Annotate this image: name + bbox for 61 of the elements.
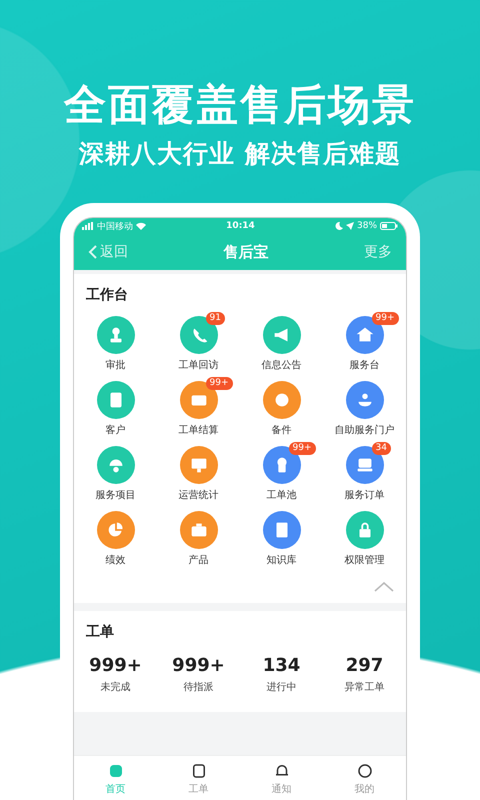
function-label: 审批 — [106, 358, 126, 372]
section-title: 工单 — [85, 623, 115, 641]
function-button[interactable] — [180, 446, 218, 484]
function-label: 备件 — [272, 424, 292, 437]
moon-icon — [335, 222, 343, 230]
tab[interactable]: 我的 — [323, 762, 406, 796]
function-label: 工单回访 — [178, 358, 218, 372]
function-label: 绩效 — [106, 554, 126, 567]
subheadline: 深耕八大行业 解决售后难题 — [79, 138, 401, 170]
stat-value: 999+ — [172, 655, 225, 676]
function-label: 产品 — [188, 554, 208, 567]
tab[interactable]: 通知 — [240, 762, 323, 796]
function-label: 服务台 — [350, 358, 380, 372]
stat-label: 待指派 — [184, 680, 214, 694]
function-button[interactable] — [96, 511, 134, 549]
stat-value: 134 — [262, 655, 300, 676]
function-button[interactable] — [262, 511, 300, 549]
status-time: 10:14 — [226, 221, 255, 231]
count-badge: 99+ — [288, 442, 316, 455]
function-button[interactable] — [96, 446, 134, 484]
function-label: 工单结算 — [178, 424, 218, 437]
stat-value: 297 — [346, 655, 384, 676]
function-label: 信息公告 — [262, 358, 302, 372]
function-button[interactable] — [180, 511, 218, 549]
count-badge: 34 — [372, 442, 391, 455]
function-button[interactable] — [346, 381, 384, 419]
function-button[interactable] — [346, 511, 384, 549]
tab[interactable]: 工单 — [157, 762, 240, 796]
function-label: 服务项目 — [96, 489, 136, 502]
function-button[interactable] — [96, 381, 134, 419]
count-badge: 99+ — [372, 312, 398, 325]
location-icon — [346, 222, 354, 230]
function-button[interactable] — [96, 316, 134, 354]
function-label: 工单池 — [266, 488, 296, 502]
function-label: 客户 — [106, 424, 126, 437]
function-label: 知识库 — [266, 554, 296, 567]
carrier-name: 中国移动 — [97, 220, 133, 232]
battery-percent: 38% — [357, 221, 378, 231]
headline: 全面覆盖售后场景 — [64, 80, 416, 130]
back-button[interactable]: 返回 — [88, 243, 128, 261]
collapse-icon[interactable] — [374, 581, 394, 593]
tab[interactable]: 首页 — [74, 762, 157, 796]
function-button[interactable] — [262, 316, 300, 354]
back-chevron-icon — [88, 245, 98, 259]
count-badge: 99+ — [206, 377, 232, 390]
stat-value: 999+ — [89, 655, 142, 676]
stat-label: 未完成 — [100, 680, 130, 694]
function-label: 运营统计 — [178, 488, 218, 502]
wifi-icon — [136, 222, 146, 230]
battery-icon — [380, 222, 398, 230]
section-title: 工作台 — [85, 286, 129, 304]
more-button[interactable]: 更多 — [364, 243, 392, 261]
nav-title: 售后宝 — [224, 242, 268, 262]
function-label: 权限管理 — [344, 554, 384, 567]
signal-icon — [82, 222, 94, 230]
stat-label: 异常工单 — [344, 680, 384, 694]
function-label: 自助服务门户 — [334, 424, 394, 437]
stat-label: 进行中 — [266, 680, 296, 694]
count-badge: 91 — [206, 312, 225, 325]
function-label: 服务订单 — [344, 488, 384, 502]
function-button[interactable] — [262, 381, 300, 419]
